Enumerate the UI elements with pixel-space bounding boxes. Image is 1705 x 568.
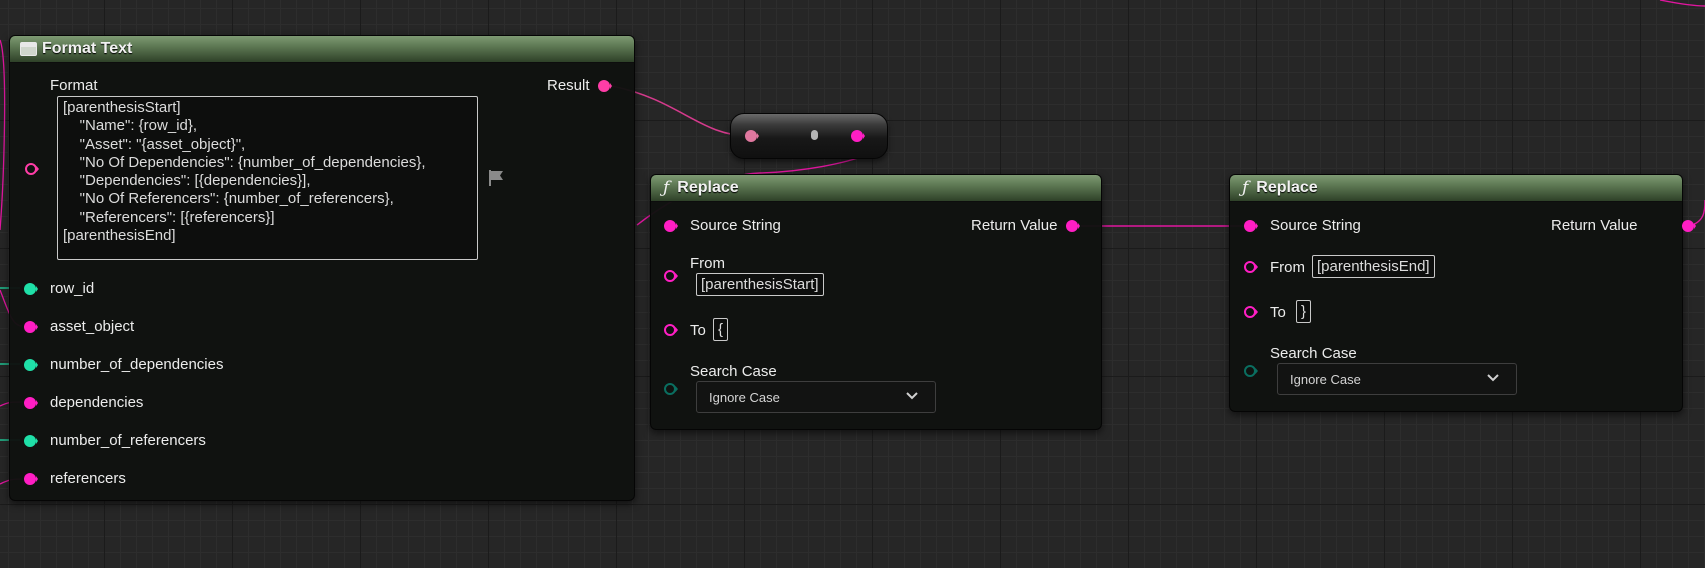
replace-node-2[interactable]: ƒ Replace Source String Return Value Fro…	[1229, 174, 1696, 412]
chevron-down-icon	[1487, 374, 1499, 382]
from-label: From	[690, 255, 725, 272]
return-value-label: Return Value	[971, 217, 1058, 234]
to-pin[interactable]	[1244, 305, 1258, 319]
to-field[interactable]: {	[713, 318, 729, 341]
wire-top-right	[1659, 0, 1705, 7]
replace-node-1[interactable]: ƒ Replace Source String Return Value Fro…	[650, 174, 1102, 430]
reroute-input-pin[interactable]	[745, 129, 759, 143]
referencers-pin[interactable]	[24, 472, 38, 486]
search-case-value: Ignore Case	[1290, 371, 1361, 387]
number-of-dependencies-pin[interactable]	[24, 358, 38, 372]
search-case-label: Search Case	[1270, 345, 1357, 362]
function-icon: ƒ	[1242, 178, 1249, 198]
number-of-referencers-label: number_of_referencers	[50, 432, 206, 449]
wire-left-format	[0, 39, 6, 231]
to-label: To	[690, 322, 706, 339]
source-string-pin[interactable]	[664, 219, 678, 233]
reroute-output-pin[interactable]	[851, 129, 865, 143]
replace-node-2-header[interactable]: ƒ Replace	[1230, 175, 1682, 202]
asset-object-label: asset_object	[50, 318, 135, 335]
dependencies-label: dependencies	[50, 394, 144, 411]
node-title: Replace	[1256, 179, 1318, 196]
node-title: Replace	[677, 179, 739, 196]
source-string-label: Source String	[690, 217, 781, 234]
reroute-knot[interactable]	[811, 130, 818, 140]
row-id-pin[interactable]	[24, 282, 38, 296]
to-field[interactable]: }	[1296, 300, 1312, 323]
source-string-pin[interactable]	[1244, 219, 1258, 233]
node-title: Format Text	[42, 40, 133, 57]
return-value-pin[interactable]	[1066, 219, 1080, 233]
return-value-label: Return Value	[1551, 217, 1638, 234]
format-label: Format	[50, 77, 98, 94]
flag-icon[interactable]	[487, 169, 505, 187]
search-case-dropdown[interactable]: Ignore Case	[696, 381, 936, 413]
dependencies-pin[interactable]	[24, 396, 38, 410]
format-text-field[interactable]: [parenthesisStart] "Name": {row_id}, "As…	[57, 96, 478, 260]
to-label: To	[1270, 304, 1286, 321]
search-case-value: Ignore Case	[709, 389, 780, 405]
number-of-referencers-pin[interactable]	[24, 434, 38, 448]
node-window-icon	[20, 42, 37, 56]
search-case-label: Search Case	[690, 363, 777, 380]
search-case-pin[interactable]	[1244, 364, 1258, 378]
result-label: Result	[547, 77, 590, 94]
function-icon: ƒ	[663, 178, 670, 198]
asset-object-pin[interactable]	[24, 320, 38, 334]
row-id-label: row_id	[50, 280, 95, 297]
number-of-dependencies-label: number_of_dependencies	[50, 356, 224, 373]
to-pin[interactable]	[664, 323, 678, 337]
return-value-pin[interactable]	[1682, 219, 1696, 233]
replace-node-1-header[interactable]: ƒ Replace	[651, 175, 1101, 202]
search-case-dropdown[interactable]: Ignore Case	[1277, 363, 1517, 395]
format-text-header[interactable]: Format Text	[10, 36, 634, 63]
search-case-pin[interactable]	[664, 382, 678, 396]
format-input-pin[interactable]	[25, 162, 39, 176]
from-field[interactable]: [parenthesisEnd]	[1312, 255, 1435, 278]
from-label: From	[1270, 259, 1305, 276]
reroute-node[interactable]	[730, 113, 888, 159]
source-string-label: Source String	[1270, 217, 1361, 234]
from-pin[interactable]	[1244, 260, 1258, 274]
result-output-pin[interactable]	[598, 79, 612, 93]
chevron-down-icon	[906, 392, 918, 400]
referencers-label: referencers	[50, 470, 126, 487]
from-field[interactable]: [parenthesisStart]	[696, 273, 824, 296]
from-pin[interactable]	[664, 269, 678, 283]
format-text-node[interactable]: Format Text Format [parenthesisStart] "N…	[9, 35, 635, 501]
